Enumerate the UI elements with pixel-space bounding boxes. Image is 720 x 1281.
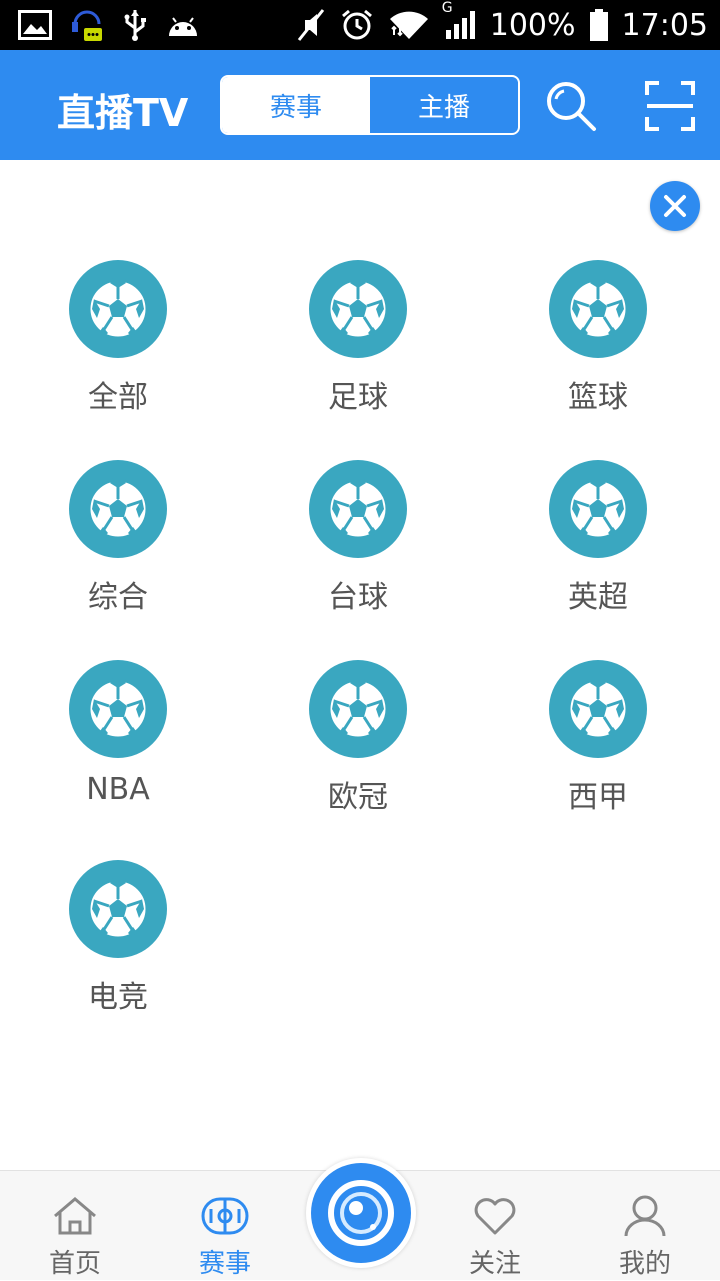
category-label: NBA: [86, 772, 150, 807]
live-button[interactable]: [306, 1158, 416, 1268]
close-button[interactable]: [650, 181, 700, 231]
category-label: 足球: [328, 380, 388, 415]
category-item[interactable]: 欧冠: [238, 660, 478, 860]
tab-matches-bottom[interactable]: 赛事: [150, 1171, 300, 1281]
soccer-ball-icon: [549, 660, 647, 758]
profile-icon: [620, 1191, 670, 1241]
category-label: 全部: [88, 380, 148, 415]
soccer-ball-icon: [309, 460, 407, 558]
tab-profile-label: 我的: [618, 1249, 671, 1279]
tab-home[interactable]: 首页: [0, 1171, 150, 1281]
category-item[interactable]: 西甲: [478, 660, 718, 860]
category-label: 篮球: [568, 380, 628, 415]
soccer-ball-icon: [69, 460, 167, 558]
status-bar: G 100% 17:05: [0, 0, 720, 50]
network-type: G: [441, 0, 453, 16]
tab-home-label: 首页: [48, 1249, 101, 1279]
category-label: 欧冠: [328, 780, 388, 815]
match-icon: [200, 1191, 250, 1241]
tab-matches[interactable]: 赛事: [222, 77, 370, 133]
app-header: 直播TV 赛事 主播: [0, 50, 720, 160]
home-icon: [50, 1191, 100, 1241]
soccer-ball-icon: [549, 460, 647, 558]
soccer-ball-icon: [549, 260, 647, 358]
tab-follow[interactable]: 关注: [420, 1171, 570, 1281]
tab-matches-label: 赛事: [198, 1249, 251, 1279]
tab-profile[interactable]: 我的: [570, 1171, 720, 1281]
image-icon: [18, 10, 52, 40]
header-tab-switch: 赛事 主播: [220, 75, 520, 135]
soccer-ball-icon: [69, 260, 167, 358]
mute-icon: [296, 8, 326, 42]
signal-icon: G: [442, 0, 476, 40]
tab-anchors[interactable]: 主播: [370, 77, 518, 133]
category-item[interactable]: 全部: [0, 260, 238, 460]
soccer-ball-icon: [309, 660, 407, 758]
category-label: 英超: [568, 580, 628, 615]
category-label: 综合: [88, 580, 148, 615]
category-item[interactable]: 电竞: [0, 860, 238, 1060]
usb-icon: [122, 8, 148, 42]
search-icon[interactable]: [543, 78, 599, 134]
status-left-icons: [18, 6, 200, 44]
soccer-ball-icon: [309, 260, 407, 358]
category-item[interactable]: 篮球: [478, 260, 718, 460]
alarm-icon: [340, 8, 374, 42]
scan-icon[interactable]: [642, 78, 698, 134]
category-item[interactable]: 综合: [0, 460, 238, 660]
category-item[interactable]: 台球: [238, 460, 478, 660]
chat-icon: [70, 6, 104, 44]
app-title: 直播TV: [57, 91, 189, 135]
wifi-icon: [388, 9, 430, 41]
battery-icon: [589, 9, 608, 41]
android-icon: [166, 12, 200, 38]
close-icon: [662, 193, 688, 219]
category-item[interactable]: 英超: [478, 460, 718, 660]
category-item[interactable]: NBA: [0, 660, 238, 860]
category-item[interactable]: 足球: [238, 260, 478, 460]
soccer-ball-icon: [69, 860, 167, 958]
category-label: 台球: [328, 580, 388, 615]
category-label: 西甲: [568, 780, 628, 815]
clock: 17:05: [621, 7, 708, 43]
soccer-ball-icon: [69, 660, 167, 758]
tab-follow-label: 关注: [468, 1249, 521, 1279]
heart-icon: [470, 1191, 520, 1241]
live-camera-icon: [311, 1163, 411, 1263]
battery-percent: 100%: [489, 7, 576, 43]
category-label: 电竞: [88, 980, 148, 1015]
status-right-icons: G 100% 17:05: [296, 0, 708, 50]
